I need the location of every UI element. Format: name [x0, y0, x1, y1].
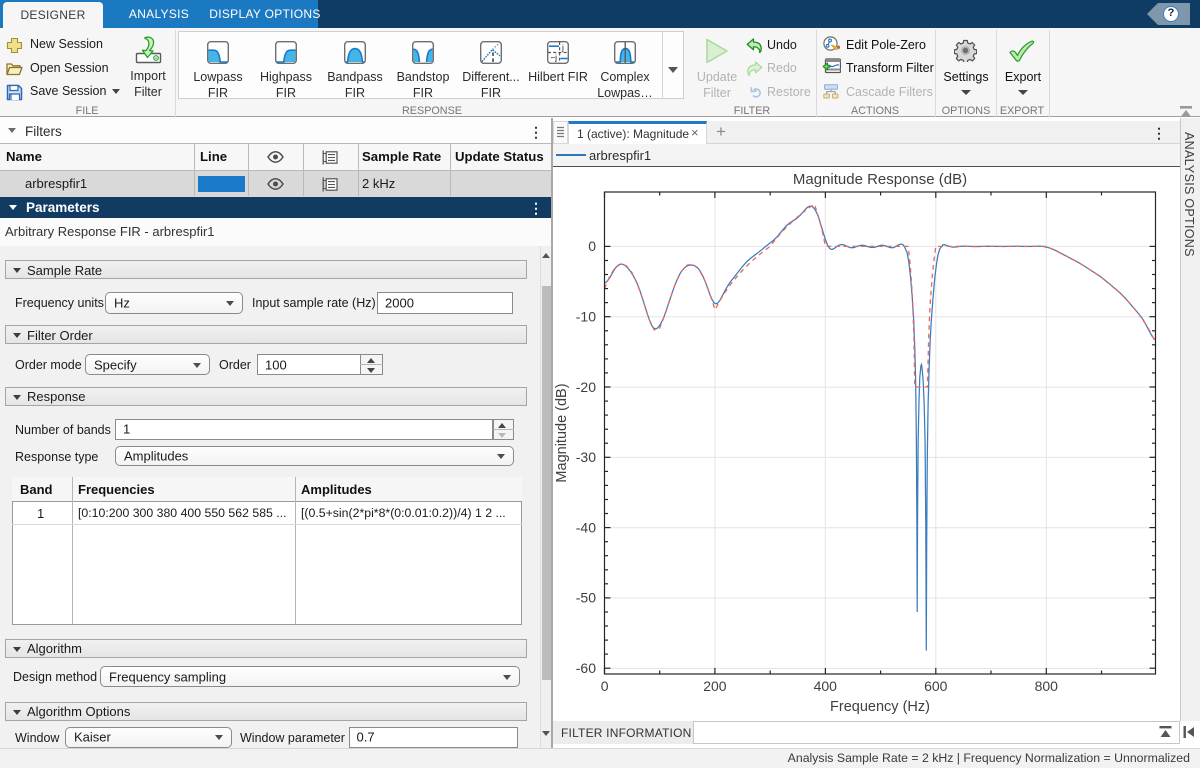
- svg-text:Magnitude Response (dB): Magnitude Response (dB): [793, 171, 967, 188]
- svg-text:400: 400: [814, 678, 838, 694]
- svg-text:-20: -20: [576, 379, 596, 395]
- svg-text:0: 0: [601, 678, 609, 694]
- svg-text:j: j: [561, 43, 564, 53]
- svg-text:0: 0: [588, 238, 596, 254]
- svg-text:-30: -30: [576, 449, 596, 465]
- svg-text:-60: -60: [576, 660, 596, 676]
- svg-text:-40: -40: [576, 519, 596, 535]
- svg-text:800: 800: [1035, 678, 1059, 694]
- svg-text:600: 600: [924, 678, 948, 694]
- svg-text:Magnitude (dB): Magnitude (dB): [554, 383, 570, 482]
- svg-text:-50: -50: [576, 590, 596, 606]
- svg-text:−j: −j: [550, 53, 557, 63]
- svg-text:200: 200: [703, 678, 727, 694]
- svg-text:-10: -10: [576, 309, 596, 325]
- svg-text:Frequency (Hz): Frequency (Hz): [830, 699, 930, 715]
